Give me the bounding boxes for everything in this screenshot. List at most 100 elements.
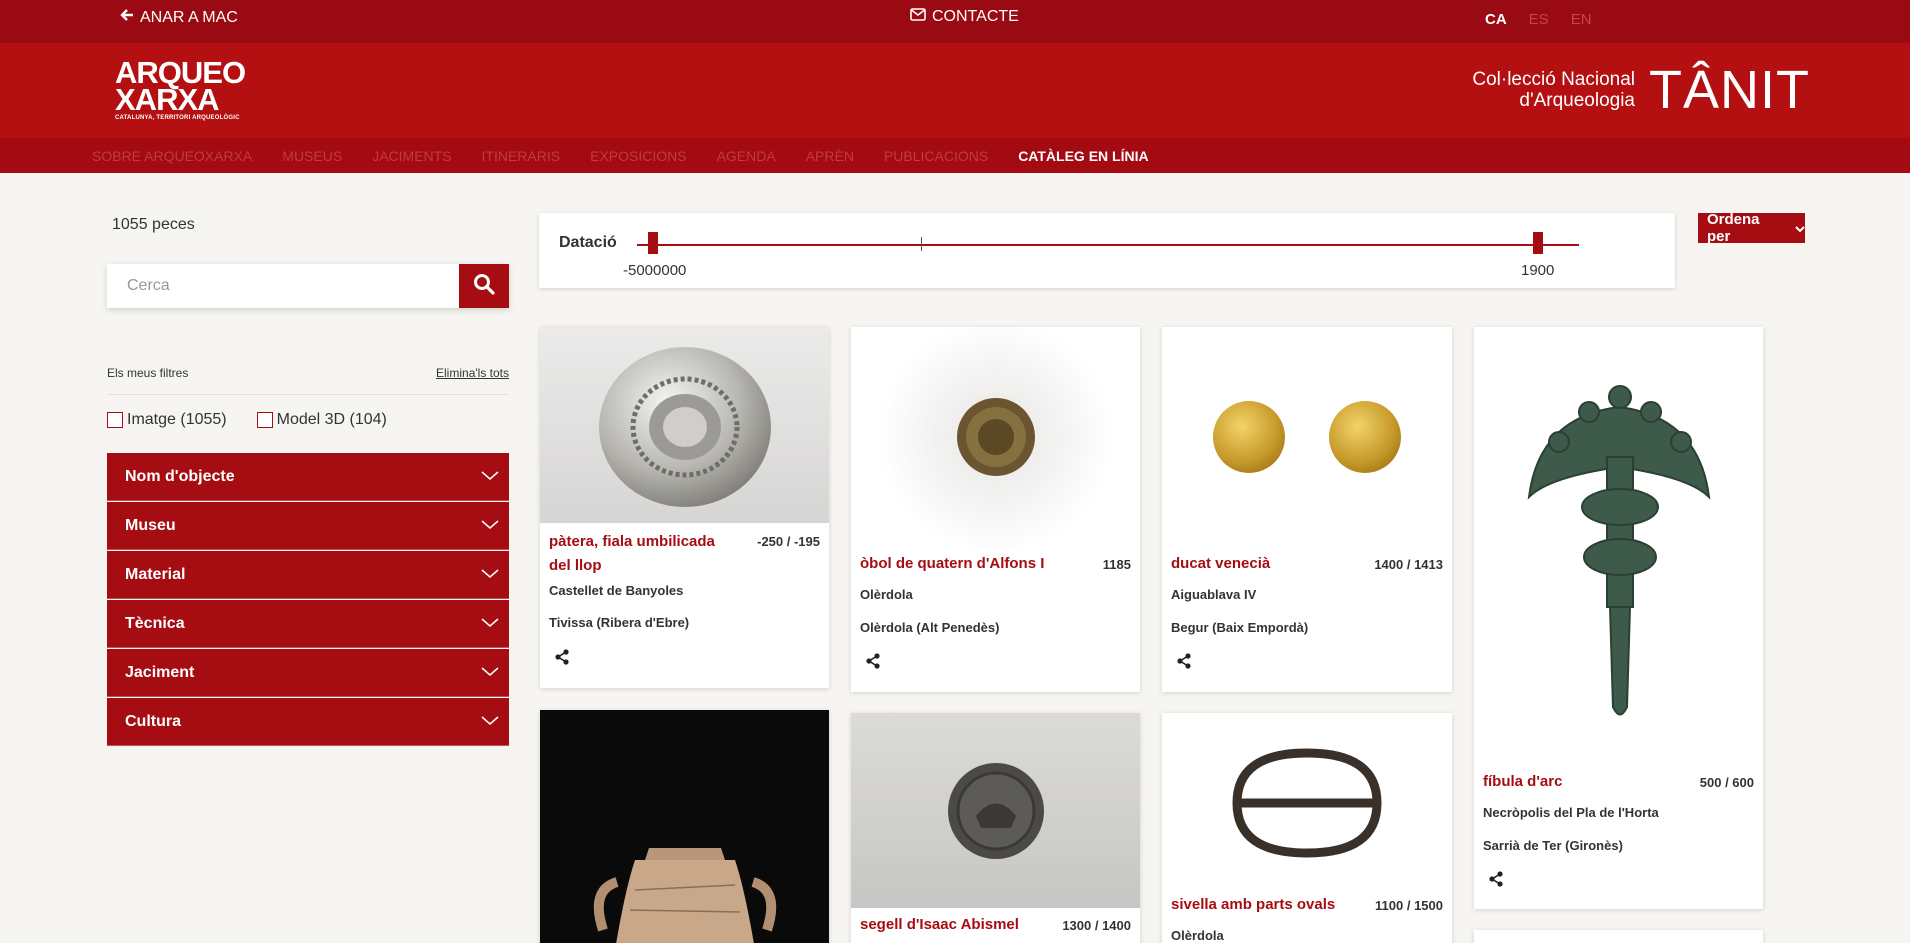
card-title[interactable]: sivella amb parts ovals [1171,893,1335,917]
catalog-card[interactable]: pàtera, fiala umbilicada del llop -250 / … [540,327,829,688]
card-place: Tivissa (Ribera d'Ebre) [549,615,690,630]
lang-es[interactable]: ES [1529,11,1549,28]
share-icon[interactable] [554,649,570,670]
facet-culture[interactable]: Cultura [107,698,509,746]
nav-item-exposicions[interactable]: EXPOSICIONS [590,148,686,164]
catalog-card[interactable]: segell d'Isaac Abismel 1300 / 1400 [851,713,1140,943]
my-filters-header: Els meus filtres Elimina'ls tots [107,366,509,395]
card-title[interactable]: pàtera, fiala umbilicada del llop [549,530,715,578]
dating-filter: Datació -5000000 1900 [539,213,1675,288]
object-image-buckle[interactable] [1162,713,1452,893]
card-date: 1100 / 1500 [1375,898,1443,913]
tanit-logo[interactable]: Col·lecció Nacional d'Arqueologia TÂNIT [1472,63,1810,117]
card-title[interactable]: segell d'Isaac Abismel [860,913,1019,937]
card-date: 1300 / 1400 [1062,918,1131,933]
dating-min-value: -5000000 [623,262,687,279]
card-place: Olèrdola (Alt Penedès) [860,620,1000,635]
media-filters: Imatge (1055) Model 3D (104) [107,411,387,429]
catalog-card[interactable]: òbol de quatern d'Alfons I 1185 Olèrdola… [851,327,1140,692]
catalog-card[interactable]: ducat venecià 1400 / 1413 Aiguablava IV … [1162,327,1452,692]
nav-item-museus[interactable]: MUSEUS [282,148,342,164]
search-box [107,264,509,308]
chevron-down-icon [481,615,499,633]
dating-label: Datació [559,234,617,251]
language-switcher: CA ES EN [1485,11,1592,28]
object-image-fibula[interactable] [1474,327,1763,767]
nav-item-jaciments[interactable]: JACIMENTS [372,148,451,164]
card-date: 1185 [1102,557,1131,572]
card-site: Castellet de Banyoles [549,583,684,598]
chevron-down-icon [481,468,499,486]
slider-tick [921,237,922,251]
facet-object-name[interactable]: Nom d'objecte [107,453,509,501]
share-icon[interactable] [865,653,881,674]
filter-image-checkbox[interactable]: Imatge (1055) [107,411,227,429]
dating-max-handle[interactable] [1533,232,1543,254]
card-site: Necròpolis del Pla de l'Horta [1483,805,1659,820]
facet-technique[interactable]: Tècnica [107,600,509,648]
catalog-card[interactable] [540,710,829,943]
dating-min-handle[interactable] [648,232,658,254]
dating-slider-track[interactable] [637,244,1579,246]
card-title[interactable]: fíbula d'arc [1483,770,1562,794]
search-icon [473,273,495,300]
facet-museum[interactable]: Museu [107,502,509,550]
search-button[interactable] [459,264,509,308]
card-site: Olèrdola [860,587,913,602]
chevron-down-icon [481,713,499,731]
clear-all-link[interactable]: Elimina'ls tots [436,366,509,380]
contact-label: CONTACTE [932,8,1019,25]
sort-label: Ordena per [1707,211,1760,245]
card-date: -250 / -195 [757,534,820,549]
arrow-left-icon [120,8,134,27]
share-icon[interactable] [1488,871,1504,892]
facet-accordion: Nom d'objecte Museu Material Tècnica Jac… [107,453,509,747]
object-image-jar[interactable] [540,710,829,943]
chevron-down-icon [481,566,499,584]
object-image-obol[interactable] [851,327,1140,547]
chevron-down-icon [481,517,499,535]
facet-material[interactable]: Material [107,551,509,599]
card-place: Begur (Baix Empordà) [1171,620,1309,635]
result-count: 1055 peces [112,216,195,233]
card-site: Aiguablava IV [1171,587,1257,602]
chevron-down-icon [1795,220,1805,237]
checkbox-icon [256,412,273,428]
main-nav: SOBRE ARQUEOXARXA MUSEUS JACIMENTS ITINE… [0,138,1910,173]
sort-select[interactable]: Ordena per [1698,211,1805,245]
card-date: 500 / 600 [1699,775,1754,790]
facet-site[interactable]: Jaciment [107,649,509,697]
object-image-seal[interactable] [851,713,1140,908]
lang-ca[interactable]: CA [1485,11,1507,28]
catalog-card[interactable]: sivella amb parts ovals 1100 / 1500 Olèr… [1162,713,1452,943]
card-title[interactable]: ducat venecià [1171,552,1270,576]
back-label: ANAR A MAC [140,8,238,26]
my-filters-label: Els meus filtres [107,366,189,380]
nav-item-itineraris[interactable]: ITINERARIS [482,148,561,164]
tanit-line1: Col·lecció Nacional [1472,69,1635,90]
checkbox-icon [107,412,123,428]
object-image-patera[interactable] [540,327,829,523]
share-icon[interactable] [1176,653,1192,674]
card-title[interactable]: òbol de quatern d'Alfons I [860,552,1044,576]
search-input[interactable] [107,264,459,308]
chevron-down-icon [481,664,499,682]
object-image-ducat[interactable] [1162,327,1452,547]
lang-en[interactable]: EN [1571,11,1592,28]
filter-3d-checkbox[interactable]: Model 3D (104) [256,411,387,429]
nav-item-agenda[interactable]: AGENDA [717,148,776,164]
catalog-card[interactable] [1474,930,1763,943]
nav-item-cataleg[interactable]: CATÀLEG EN LÍNIA [1018,148,1148,164]
nav-item-apren[interactable]: APRÈN [806,148,854,164]
arqueoxarxa-logo[interactable]: ARQUEO XARXA CATALUNYA, TERRITORI ARQUEO… [115,57,246,121]
nav-item-sobre[interactable]: SOBRE ARQUEOXARXA [92,148,252,164]
dating-max-value: 1900 [1521,262,1555,279]
top-bar: ANAR A MAC CONTACTE CA ES EN [0,0,1910,43]
back-to-mac-link[interactable]: ANAR A MAC [120,8,238,27]
card-site: Olèrdola [1171,928,1224,943]
catalog-card[interactable]: fíbula d'arc 500 / 600 Necròpolis del Pl… [1474,327,1763,909]
tanit-line2: d'Arqueologia [1519,90,1635,111]
nav-item-publicacions[interactable]: PUBLICACIONS [884,148,988,164]
contact-link[interactable]: CONTACTE [910,8,1019,26]
card-place: Sarrià de Ter (Gironès) [1483,838,1623,853]
